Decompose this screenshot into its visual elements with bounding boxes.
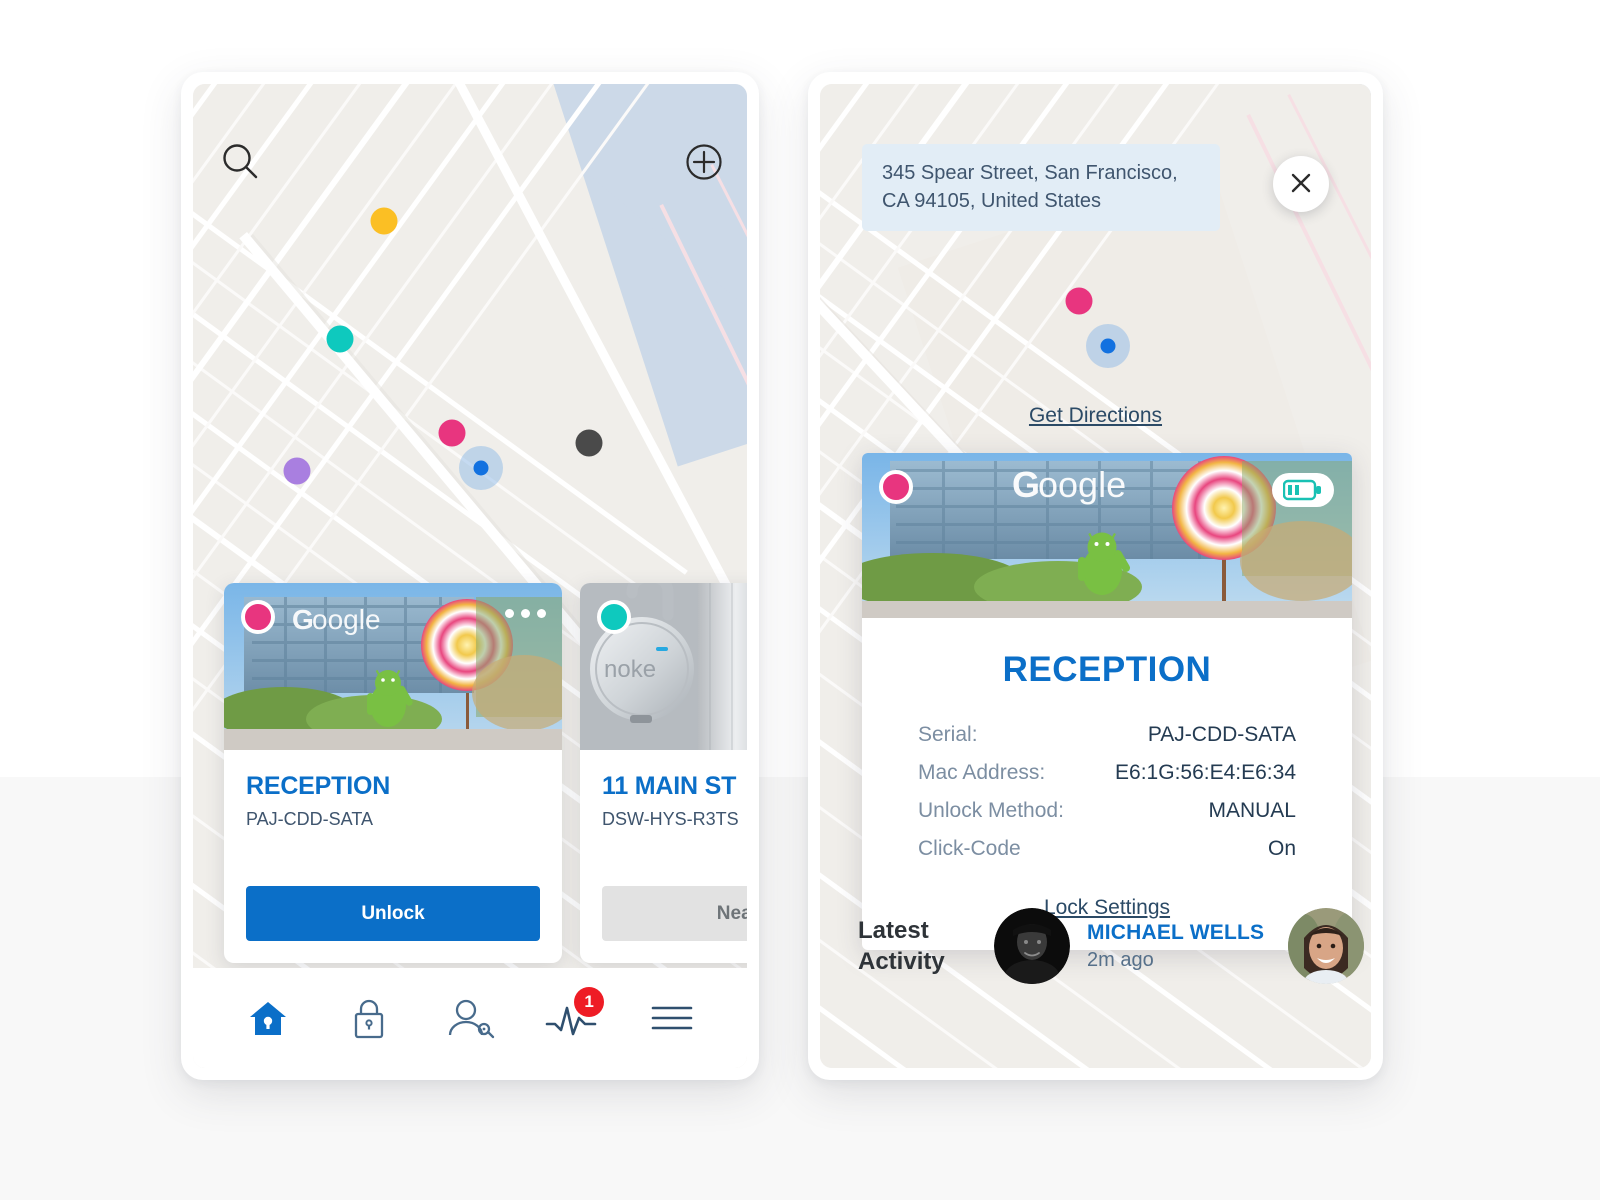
svg-text:oogle: oogle xyxy=(312,604,381,635)
latest-activity-section: Latest Activity MICHAEL WELLS 2m ago xyxy=(858,900,1371,992)
activity-user-name: MICHAEL WELLS xyxy=(1087,920,1265,944)
page-title: RECEPTION xyxy=(1002,650,1212,689)
marker-pink[interactable] xyxy=(1065,287,1093,315)
lock-photo-noke-padlock: noke xyxy=(580,583,747,750)
lock-card[interactable]: noke 11 MAIN ST DSW-HYS-R3TS Nearby xyxy=(580,583,747,963)
activity-badge: 1 xyxy=(574,987,605,1017)
detail-row-serial: Serial: PAJ-CDD-SATA xyxy=(918,716,1296,754)
detail-key: Click-Code xyxy=(918,837,1021,860)
lock-detail-rows: Serial: PAJ-CDD-SATA Mac Address: E6:1G:… xyxy=(862,716,1352,868)
avatar xyxy=(1288,908,1365,984)
latest-activity-label-line1: Latest xyxy=(858,916,929,944)
lock-detail-card: G oogle RECEPTION Serial: PAJ-CDD-SATA M… xyxy=(862,453,1352,950)
latest-activity-label-line2: Activity xyxy=(858,948,945,975)
detail-key: Mac Address: xyxy=(918,761,1046,784)
sidebar-item-locks[interactable] xyxy=(342,991,396,1045)
activity-timestamp: 2m ago xyxy=(1087,948,1154,971)
marker-pink[interactable] xyxy=(438,419,466,447)
detail-row-click-code: Click-Code On xyxy=(918,830,1296,868)
user-location-dot xyxy=(473,460,489,476)
close-x-icon xyxy=(1288,170,1314,199)
marker-amber[interactable] xyxy=(370,207,398,235)
detail-row-mac-address: Mac Address: E6:1G:56:E4:E6:34 xyxy=(918,754,1296,792)
home-lock-icon xyxy=(245,995,291,1041)
detail-value: MANUAL xyxy=(1208,799,1296,822)
list-item[interactable]: MICHAEL WELLS 2m ago xyxy=(994,908,1264,984)
detail-row-unlock-method: Unlock Method: MANUAL xyxy=(918,792,1296,830)
detail-key: Unlock Method: xyxy=(918,799,1064,822)
marker-teal[interactable] xyxy=(326,325,354,353)
marker-dark[interactable] xyxy=(575,429,603,457)
svg-text:G: G xyxy=(292,604,314,635)
address-chip: 345 Spear Street, San Francisco, CA 9410… xyxy=(862,144,1220,232)
marker-purple[interactable] xyxy=(283,457,311,485)
close-button[interactable] xyxy=(1273,156,1329,212)
hamburger-icon xyxy=(649,1001,695,1035)
lock-card-title: 11 MAIN ST xyxy=(602,772,737,800)
lock-card-body: RECEPTION PAJ-CDD-SATA xyxy=(224,750,562,886)
sidebar-item-activity[interactable]: 1 xyxy=(544,987,605,1045)
latest-activity-label: Latest Activity xyxy=(858,915,970,977)
person-key-icon xyxy=(445,995,495,1041)
lock-card-title: RECEPTION xyxy=(246,772,391,800)
avatar xyxy=(994,908,1070,984)
lock-photo-reception: G oogle xyxy=(224,583,562,750)
detail-value: PAJ-CDD-SATA xyxy=(1147,723,1296,746)
padlock-icon xyxy=(346,995,392,1041)
user-location-dot xyxy=(1100,338,1116,354)
right-phone-panel: 345 Spear Street, San Francisco, CA 9410… xyxy=(808,72,1383,1080)
lock-card[interactable]: G oogle RECEPTION PAJ-CDD-SATA Unlock xyxy=(224,583,562,963)
unlock-button[interactable]: Unlock xyxy=(246,886,540,941)
nearby-button[interactable]: Nearby xyxy=(602,886,747,941)
lock-card-serial: PAJ-CDD-SATA xyxy=(246,809,374,829)
left-screen: G oogle RECEPTION PAJ-CDD-SATA Unlock no… xyxy=(193,84,747,1068)
right-screen: 345 Spear Street, San Francisco, CA 9410… xyxy=(820,84,1371,1068)
lock-card-serial: DSW-HYS-R3TS xyxy=(602,809,739,829)
carousel-page-dots xyxy=(505,609,546,618)
lock-photo-reception: G oogle xyxy=(862,453,1352,618)
activity-text: MICHAEL WELLS 2m ago xyxy=(1087,921,1264,972)
svg-text:G: G xyxy=(1012,464,1040,505)
get-directions-link[interactable]: Get Directions xyxy=(820,404,1371,428)
sidebar-item-users[interactable] xyxy=(443,991,497,1045)
search-icon[interactable] xyxy=(219,140,263,184)
bottom-navigation: 1 xyxy=(193,968,747,1068)
svg-text:oogle: oogle xyxy=(1038,464,1126,505)
detail-value: On xyxy=(1267,837,1296,860)
status-dot xyxy=(597,600,631,634)
detail-value: E6:1G:56:E4:E6:34 xyxy=(1115,761,1296,784)
status-dot xyxy=(241,600,275,634)
lock-card-carousel[interactable]: G oogle RECEPTION PAJ-CDD-SATA Unlock no… xyxy=(224,583,747,963)
lock-card-body: 11 MAIN ST DSW-HYS-R3TS xyxy=(580,750,747,886)
sidebar-item-menu[interactable] xyxy=(645,991,699,1045)
list-item[interactable]: SA 3m xyxy=(1288,908,1371,984)
plus-circle-icon[interactable] xyxy=(682,140,726,184)
sidebar-item-home[interactable] xyxy=(241,991,295,1045)
detail-key: Serial: xyxy=(918,723,978,746)
status-dot xyxy=(879,470,913,504)
svg-text:noke: noke xyxy=(604,656,656,683)
left-phone-panel: G oogle RECEPTION PAJ-CDD-SATA Unlock no… xyxy=(181,72,759,1080)
battery-half-icon xyxy=(1272,473,1334,507)
